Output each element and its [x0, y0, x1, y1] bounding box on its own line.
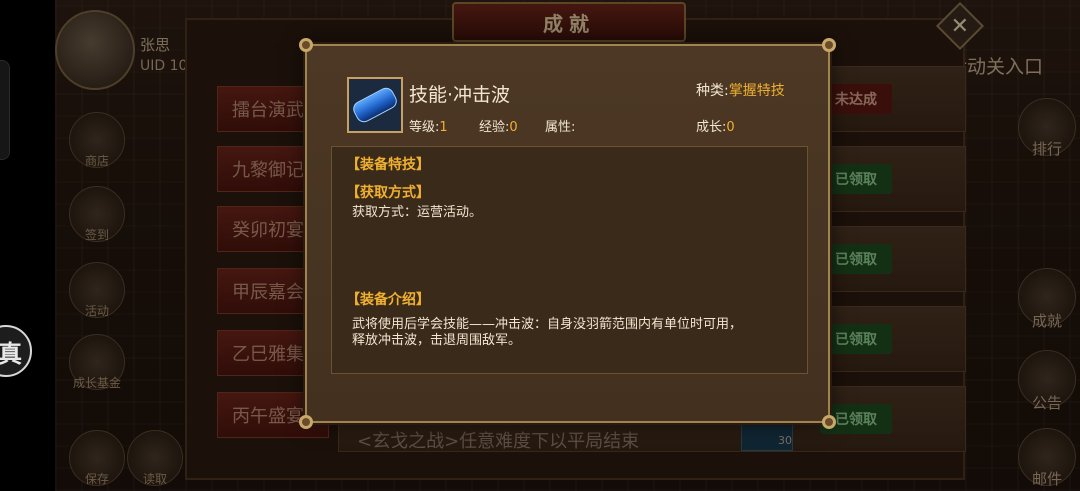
stat-growth: 成长:0 [696, 116, 735, 135]
item-detail-modal: 技能·冲击波 种类:掌握特技 等级:1 经验:0 属性: 成长:0 【装备特技】… [299, 38, 836, 429]
level-label: 等级: [409, 120, 440, 135]
obtain-text: 获取方式：运营活动。 [352, 205, 483, 220]
growth-label: 成长: [696, 120, 727, 135]
exp-value: 0 [509, 120, 518, 135]
section-equip-skill: 【装备特技】 [346, 157, 430, 173]
stat-attribute: 属性: [545, 116, 575, 135]
scroll-graphic [350, 84, 400, 126]
frame-corner-ornament [299, 415, 313, 429]
skill-scroll-icon [347, 77, 403, 133]
growth-value: 0 [726, 120, 735, 135]
section-intro-title: 【装备介绍】 [346, 292, 430, 308]
item-name: 技能·冲击波 [409, 84, 511, 106]
floating-ball-glyph: 真 [0, 339, 22, 368]
item-info-box: 【装备特技】 【获取方式】 获取方式：运营活动。 【装备介绍】 武将使用后学会技… [331, 146, 808, 374]
frame-corner-ornament [822, 38, 836, 52]
screen-bezel [0, 0, 55, 491]
exp-label: 经验: [479, 120, 510, 135]
level-value: 1 [439, 120, 448, 135]
section-obtain-title: 【获取方式】 [346, 185, 430, 201]
stat-exp: 经验:0 [479, 116, 518, 135]
kind-value: 掌握特技 [728, 83, 785, 99]
frame-corner-ornament [822, 415, 836, 429]
item-kind: 种类:掌握特技 [696, 80, 785, 100]
kind-label: 种类: [696, 83, 729, 99]
side-handle[interactable] [0, 60, 10, 160]
frame-corner-ornament [299, 38, 313, 52]
stat-level: 等级:1 [409, 116, 448, 135]
intro-text-line-2: 释放冲击波，击退周围敌军。 [352, 333, 522, 348]
intro-text-line-1: 武将使用后学会技能——冲击波：自身没羽箭范围内有单位时可用， [352, 317, 743, 332]
attribute-label: 属性: [545, 120, 576, 135]
game-screen: 真 张思 UID 106 商店 签到 活动 成长基金 保存 读取 成 活动关入口… [0, 0, 1080, 491]
